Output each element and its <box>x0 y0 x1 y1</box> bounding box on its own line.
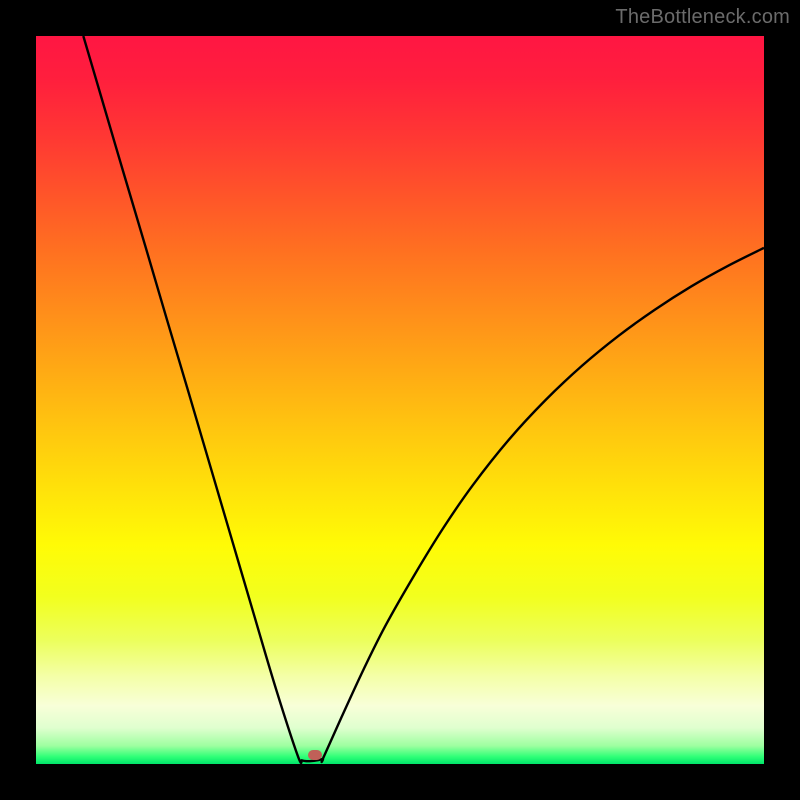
optimum-marker <box>308 750 322 760</box>
plot-area <box>36 36 764 764</box>
watermark-text: TheBottleneck.com <box>615 6 790 29</box>
chart-frame: TheBottleneck.com <box>0 0 800 800</box>
curve-path <box>83 36 764 763</box>
bottleneck-curve <box>36 36 764 764</box>
